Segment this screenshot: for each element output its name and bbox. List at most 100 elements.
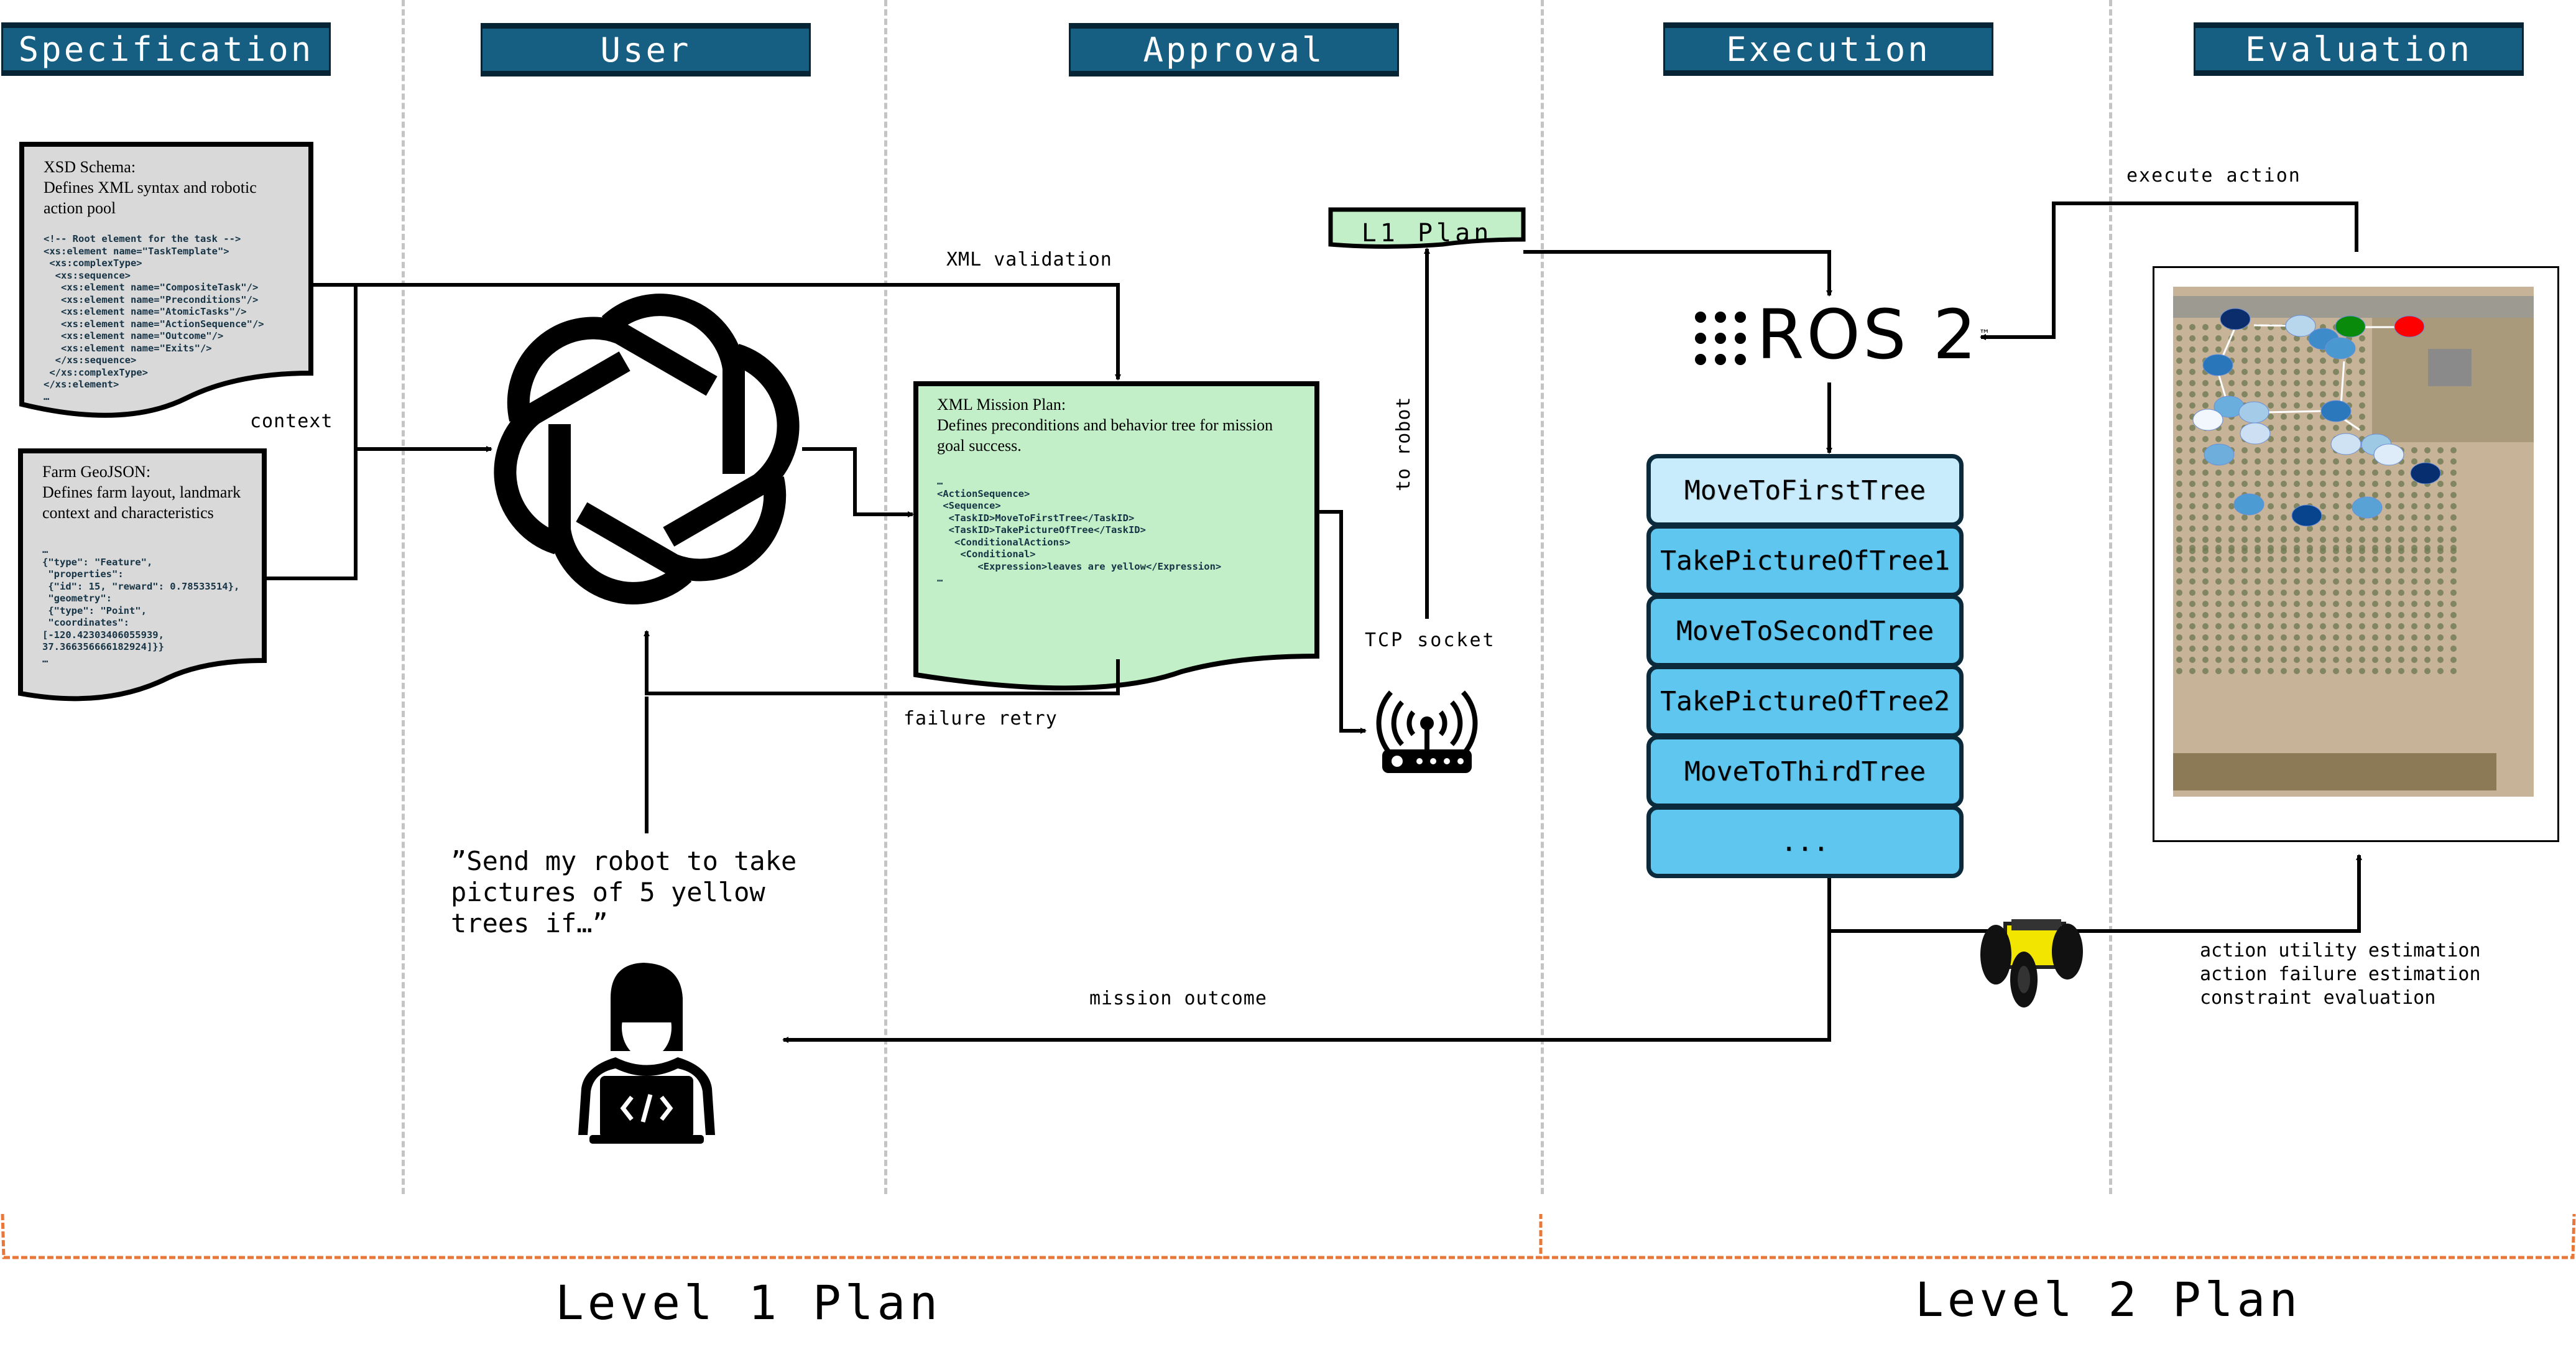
orchard-tree — [2268, 646, 2274, 652]
orchard-tree — [2268, 335, 2274, 341]
orchard-tree — [2281, 425, 2287, 431]
ros2-logo-icon — [1695, 312, 1746, 365]
orchard-tree — [2189, 556, 2195, 562]
orchard-tree — [2424, 537, 2431, 543]
orchard-tree — [2398, 646, 2404, 652]
orchard-tree — [2281, 646, 2287, 652]
orchard-tree — [2307, 402, 2313, 409]
orchard-tree — [2372, 537, 2378, 543]
orchard-tree — [2176, 447, 2182, 453]
orchard-tree — [2189, 380, 2195, 386]
orchard-tree — [2241, 346, 2248, 353]
orchard-tree — [2189, 668, 2195, 674]
orchard-tree — [2359, 526, 2365, 532]
orchard-tree — [2437, 481, 2444, 487]
orchard-tree — [2411, 578, 2417, 585]
orchard-tree — [2411, 458, 2417, 465]
orchard-tree — [2255, 634, 2261, 641]
orchard-tree — [2241, 391, 2248, 397]
orchard-tree — [2202, 346, 2209, 353]
orchard-tree — [2281, 380, 2287, 386]
map-node-n10 — [2320, 400, 2352, 422]
orchard-tree — [2346, 590, 2352, 596]
orchard-tree — [2281, 578, 2287, 585]
orchard-tree — [2359, 556, 2365, 562]
orchard-tree — [2176, 358, 2182, 364]
orchard-tree — [2189, 567, 2195, 573]
orchard-tree — [2333, 458, 2339, 465]
orchard-tree — [2398, 537, 2404, 543]
orchard-tree — [2320, 447, 2326, 453]
orchard-tree — [2228, 537, 2235, 543]
orchard-tree — [2215, 668, 2222, 674]
orchard-tree — [2320, 634, 2326, 641]
orchard-tree — [2294, 402, 2300, 409]
orchard-tree — [2268, 380, 2274, 386]
orchard-tree — [2359, 358, 2365, 364]
orchard-tree — [2294, 425, 2300, 431]
orchard-tree — [2241, 545, 2248, 551]
orchard-tree — [2228, 623, 2235, 629]
orchard-tree — [2424, 492, 2431, 498]
orchard-tree — [2320, 470, 2326, 476]
orchard-tree — [2307, 391, 2313, 397]
orchard-tree — [2255, 646, 2261, 652]
orchard-tree — [2359, 481, 2365, 487]
orchard-tree — [2307, 590, 2313, 596]
orchard-tree — [2241, 481, 2248, 487]
orchard-tree — [2255, 567, 2261, 573]
orchard-tree — [2294, 346, 2300, 353]
orchard-tree — [2359, 369, 2365, 375]
orchard-tree — [2176, 391, 2182, 397]
orchard-tree — [2359, 634, 2365, 641]
orchard-tree — [2424, 646, 2431, 652]
orchard-tree — [2202, 612, 2209, 618]
orchard-tree — [2294, 612, 2300, 618]
action-stack-item: MoveToThirdTree — [1646, 735, 1964, 808]
action-stack-item: ... — [1646, 805, 1964, 878]
orchard-tree — [2333, 590, 2339, 596]
orchard-tree — [2307, 623, 2313, 629]
orchard-tree — [2359, 612, 2365, 618]
orchard-tree — [2255, 612, 2261, 618]
orchard-tree — [2450, 470, 2457, 476]
orchard-tree — [2176, 346, 2182, 353]
orchard-tree — [2450, 492, 2457, 498]
mission-plan-code: … <ActionSequence> <Sequence> <TaskID>Mo… — [937, 476, 1222, 584]
orchard-tree — [2372, 567, 2378, 573]
orchard-tree — [2372, 634, 2378, 641]
orchard-tree — [2294, 545, 2300, 551]
orchard-tree — [2359, 380, 2365, 386]
orchard-tree — [2189, 612, 2195, 618]
ros2-logo-text: ROS 2™ — [1757, 297, 1993, 372]
orchard-tree — [2411, 590, 2417, 596]
orchard-tree — [2333, 646, 2339, 652]
orchard-tree — [2189, 447, 2195, 453]
orchard-tree — [2241, 634, 2248, 641]
orchard-tree — [2281, 657, 2287, 663]
orchard-tree — [2281, 481, 2287, 487]
orchard-tree — [2320, 503, 2326, 509]
orchard-tree — [2228, 380, 2235, 386]
orchard-tree — [2281, 612, 2287, 618]
user-prompt-text: ”Send my robot to take pictures of 5 yel… — [451, 846, 797, 938]
orchard-tree — [2437, 567, 2444, 573]
orchard-tree — [2202, 657, 2209, 663]
context-label: context — [250, 410, 333, 432]
orchard-tree — [2385, 526, 2391, 532]
orchard-tree — [2294, 358, 2300, 364]
level-1-plan-label: Level 1 Plan — [555, 1275, 942, 1330]
orchard-tree — [2424, 634, 2431, 641]
orchard-tree — [2241, 578, 2248, 585]
orchard-tree — [2202, 567, 2209, 573]
orchard-tree — [2333, 526, 2339, 532]
evaluation-map-frame — [2153, 266, 2559, 842]
orchard-tree — [2294, 590, 2300, 596]
orchard-tree — [2228, 425, 2235, 431]
orchard-tree — [2333, 657, 2339, 663]
orchard-tree — [2437, 590, 2444, 596]
orchard-tree — [2359, 623, 2365, 629]
orchard-tree — [2333, 601, 2339, 607]
orchard-tree — [2320, 458, 2326, 465]
orchard-tree — [2255, 578, 2261, 585]
